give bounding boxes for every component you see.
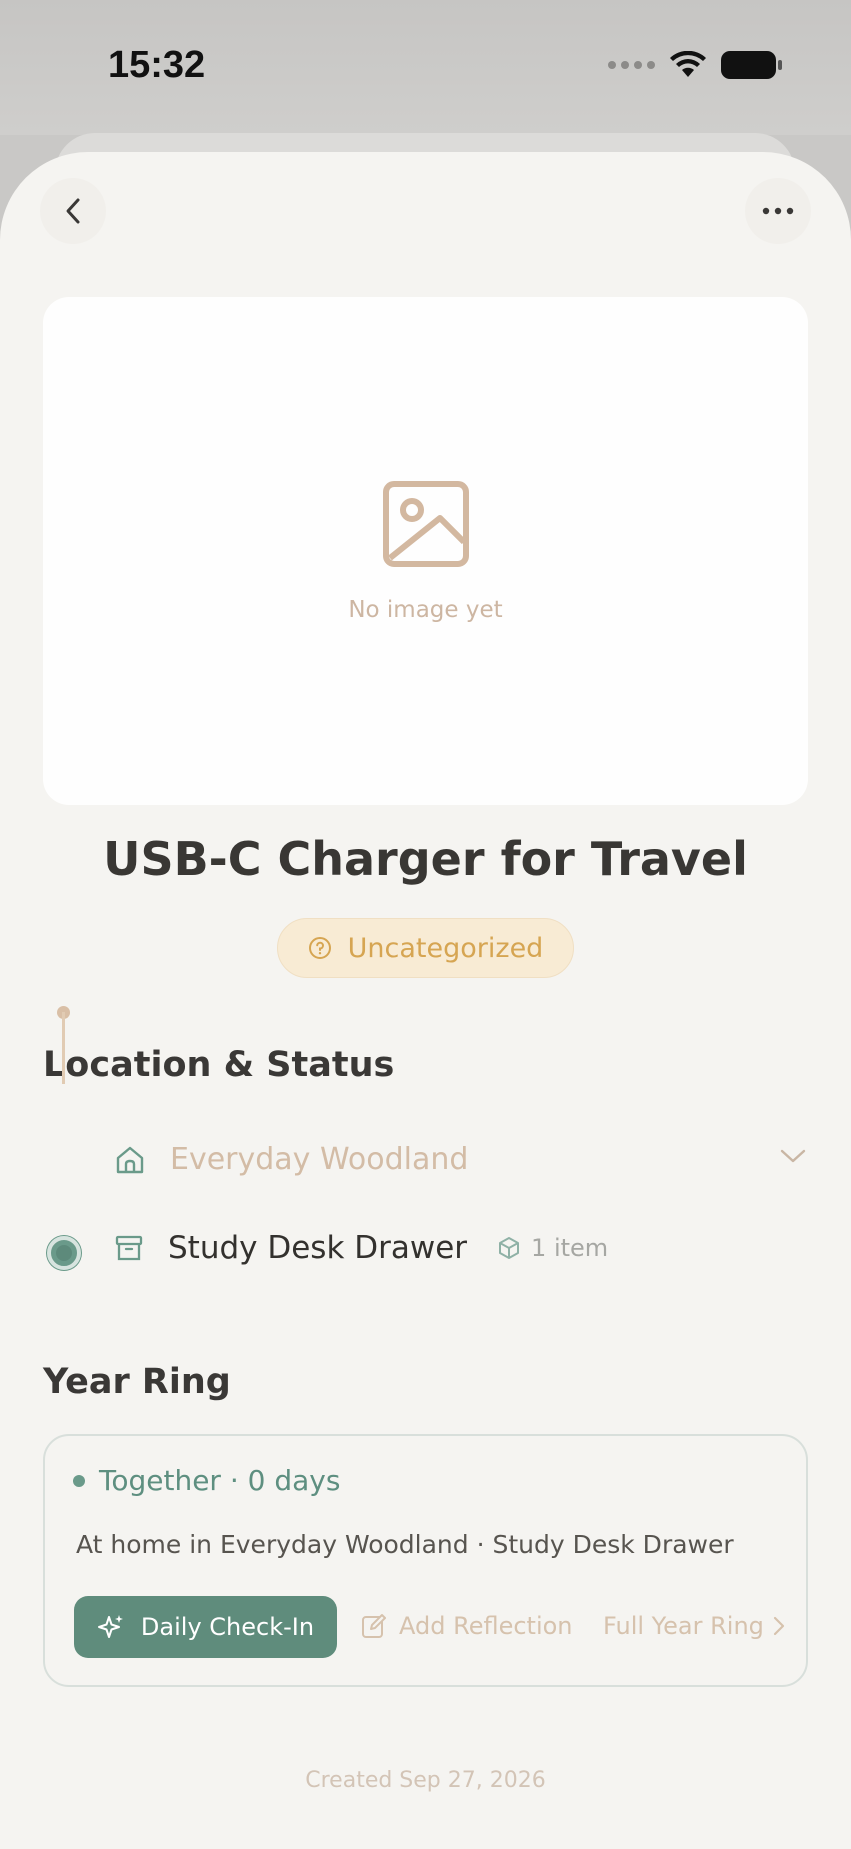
daily-check-in-label: Daily Check-In <box>140 1613 315 1641</box>
together-status: Together · 0 days <box>73 1464 340 1497</box>
status-time: 15:32 <box>108 44 206 86</box>
status-bar: 15:32 <box>0 0 851 135</box>
item-title: USB-C Charger for Travel <box>103 832 748 886</box>
wifi-icon <box>670 51 706 77</box>
item-detail-sheet: No image yet USB-C Charger for Travel Un… <box>0 152 851 1849</box>
created-date: Created Sep 27, 2026 <box>305 1768 546 1793</box>
sparkle-icon <box>97 1615 123 1638</box>
more-options-button[interactable] <box>745 178 811 244</box>
edit-icon <box>362 1614 386 1638</box>
archive-box-icon <box>115 1235 143 1261</box>
item-count-label: 1 item <box>531 1234 609 1262</box>
timeline-dot-current <box>47 1236 81 1270</box>
expand-location-button[interactable] <box>780 1148 806 1168</box>
location-section-title: Location & Status <box>43 1045 395 1085</box>
no-image-label: No image yet <box>348 597 503 623</box>
full-year-ring-label: Full Year Ring <box>603 1612 764 1640</box>
item-image-card[interactable]: No image yet <box>43 297 808 805</box>
add-reflection-button[interactable]: Add Reflection <box>361 1612 573 1640</box>
location-current-row[interactable]: Study Desk Drawer 1 item <box>114 1230 608 1266</box>
location-current-label: Study Desk Drawer <box>168 1230 468 1266</box>
chevron-down-icon <box>780 1149 806 1163</box>
together-label: Together · 0 days <box>99 1464 341 1497</box>
location-parent-label: Everyday Woodland <box>170 1142 469 1177</box>
category-chip[interactable]: Uncategorized <box>277 918 574 978</box>
timeline-connector <box>62 1012 65 1084</box>
add-reflection-label: Add Reflection <box>399 1612 573 1640</box>
chevron-right-icon <box>773 1616 785 1636</box>
year-ring-section-title: Year Ring <box>43 1362 231 1402</box>
status-icons <box>608 50 783 80</box>
category-label: Uncategorized <box>347 932 544 964</box>
chevron-left-icon <box>66 198 80 224</box>
house-icon <box>116 1146 144 1173</box>
ellipsis-icon <box>762 207 794 215</box>
cellular-signal-icon <box>608 61 655 69</box>
question-circle-icon <box>308 937 331 959</box>
image-placeholder-icon <box>383 481 469 567</box>
daily-check-in-button[interactable]: Daily Check-In <box>74 1596 337 1658</box>
full-year-ring-link[interactable]: Full Year Ring <box>603 1612 786 1640</box>
back-button[interactable] <box>40 178 106 244</box>
at-home-text: At home in Everyday Woodland · Study Des… <box>76 1530 734 1559</box>
location-parent-row[interactable]: Everyday Woodland <box>114 1142 468 1177</box>
cube-icon <box>499 1237 520 1259</box>
year-ring-card: Together · 0 days At home in Everyday Wo… <box>43 1434 808 1687</box>
item-count-badge: 1 item <box>497 1234 608 1262</box>
battery-icon <box>721 51 782 79</box>
status-dot <box>73 1474 85 1487</box>
